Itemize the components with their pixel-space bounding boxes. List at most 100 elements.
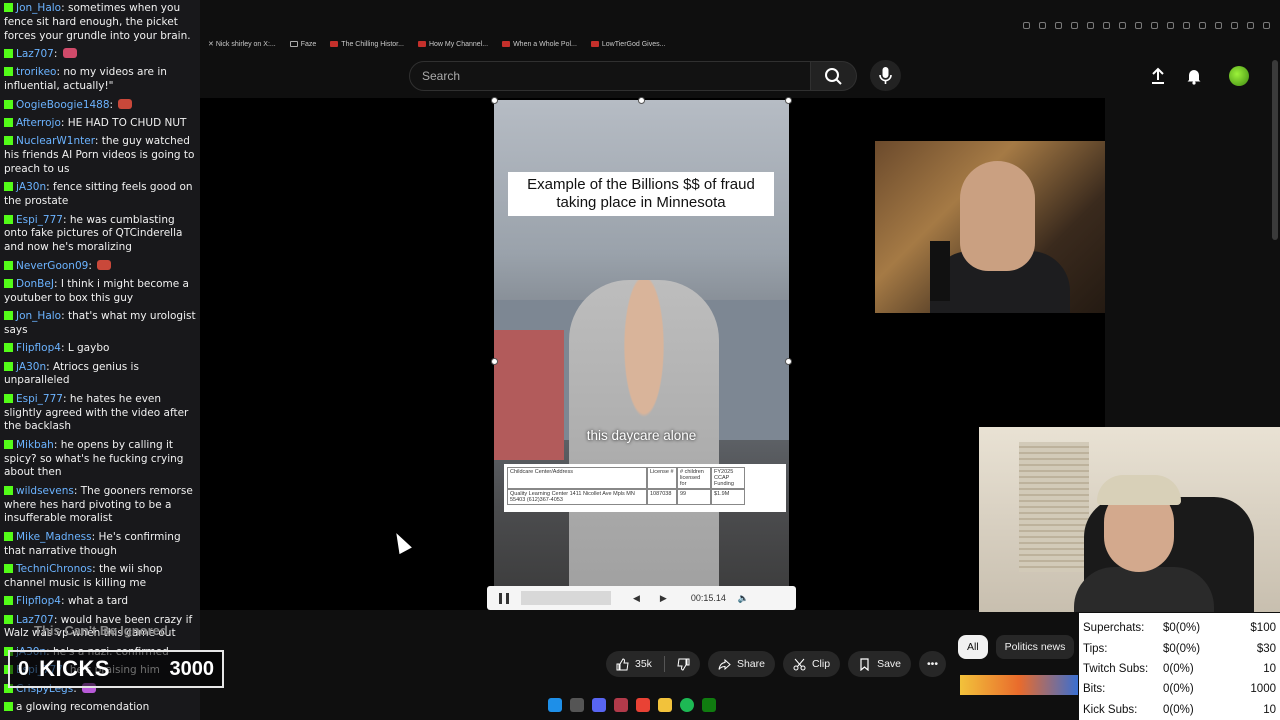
page-scrollbar[interactable] (1272, 60, 1278, 240)
chat-username[interactable]: trorikeo (16, 66, 56, 78)
tiktok-video[interactable]: Example of the Billions $$ of fraud taki… (494, 100, 789, 610)
seek-bar[interactable] (521, 591, 611, 605)
extension-icon[interactable] (1055, 22, 1062, 29)
clip-button[interactable]: Clip (782, 651, 841, 677)
extension-icon[interactable] (1135, 22, 1142, 29)
chat-username[interactable]: Espi_777 (16, 393, 63, 405)
upload-icon[interactable] (1150, 67, 1166, 85)
next-icon[interactable]: ▶ (660, 593, 667, 604)
kicks-goal: 3000 (169, 657, 215, 680)
chip-politics-news[interactable]: Politics news (995, 635, 1075, 659)
chat-username[interactable]: Mike_Madness (16, 531, 92, 543)
extension-icon[interactable] (1151, 22, 1158, 29)
extension-icon[interactable] (1119, 22, 1126, 29)
chat-username[interactable]: Mikbah (16, 439, 54, 451)
chat-separator: : (60, 116, 68, 129)
notifications-bell-icon[interactable] (1186, 67, 1202, 85)
bookmark-item[interactable]: ✕ Nick shirley on X:... (208, 40, 276, 48)
chat-username[interactable]: NeverGoon09 (16, 260, 88, 272)
chat-message: wildsevens: The gooners remorse where he… (4, 485, 196, 526)
extension-icon[interactable] (1087, 22, 1094, 29)
chat-message: OogieBoogie1488: (4, 98, 196, 113)
chat-username[interactable]: TechniChronos (16, 563, 92, 575)
chat-username[interactable]: Jon_Halo (16, 2, 61, 14)
resize-handle[interactable] (491, 358, 498, 365)
stat-label: Bits: (1083, 683, 1106, 696)
search-icon[interactable] (570, 698, 584, 712)
resize-handle[interactable] (491, 97, 498, 104)
extension-icon[interactable] (1199, 22, 1206, 29)
like-button[interactable]: 35k (606, 651, 700, 677)
extension-icon[interactable] (1071, 22, 1078, 29)
search-input[interactable]: Search (409, 61, 811, 91)
kicks-count: 0 (18, 657, 30, 680)
bookmark-item[interactable]: When a Whole Pol... (502, 40, 577, 48)
bookmark-item[interactable]: LowTierGod Gives... (590, 40, 665, 48)
voice-search-button[interactable] (870, 60, 901, 91)
reactor-webcam (875, 141, 1105, 313)
chat-username[interactable]: Afterrojo (16, 117, 61, 129)
chat-username[interactable]: Laz707 (16, 48, 54, 60)
share-button[interactable]: Share (707, 651, 775, 677)
extension-icon[interactable] (1231, 22, 1238, 29)
kicks-label: KICKS (39, 656, 111, 681)
extension-icon[interactable] (1263, 22, 1270, 29)
account-avatar[interactable] (1229, 66, 1249, 86)
bookmark-item[interactable]: The Chilling Histor... (330, 40, 404, 48)
kick-badge-icon (4, 596, 13, 606)
video-time: 00:15.14 (690, 593, 726, 603)
chat-username[interactable]: NuclearW1nter (16, 135, 95, 147)
chrome-icon[interactable] (636, 698, 650, 712)
discord-icon[interactable] (592, 698, 606, 712)
chat-username[interactable]: OogieBoogie1488 (16, 99, 110, 111)
extension-icon[interactable] (1103, 22, 1110, 29)
extension-icon[interactable] (1183, 22, 1190, 29)
previous-icon[interactable]: ◀ (633, 593, 640, 604)
chat-username[interactable]: wildsevens (16, 485, 74, 497)
resize-handle[interactable] (785, 97, 792, 104)
save-button[interactable]: Save (848, 651, 911, 677)
chat-message: Jon_Halo: that's what my urologist says (4, 310, 196, 338)
extension-icon[interactable] (1023, 22, 1030, 29)
extension-icon[interactable] (1247, 22, 1254, 29)
spotify-icon[interactable] (680, 698, 694, 712)
chip-all[interactable]: All (958, 635, 988, 659)
chat-message: Espi_777: he was cumblasting onto fake p… (4, 214, 196, 255)
pause-icon[interactable] (499, 592, 509, 604)
chat-username[interactable]: Jon_Halo (16, 310, 61, 322)
webcam-microphone (930, 241, 950, 301)
chat-message: Mike_Madness: He's confirming that narra… (4, 531, 196, 559)
chat-username[interactable]: DonBeJ (16, 278, 54, 290)
extension-icon[interactable] (1167, 22, 1174, 29)
resize-handle[interactable] (638, 97, 645, 104)
kick-badge-icon (4, 393, 13, 403)
chat-username[interactable]: Flipflop4 (16, 342, 61, 354)
app-icon[interactable] (614, 698, 628, 712)
chat-message: a glowing recomendation (4, 701, 196, 715)
volume-icon[interactable]: 🔈 (738, 593, 749, 604)
xbox-icon[interactable] (702, 698, 716, 712)
chat-username[interactable]: jA30n (16, 181, 46, 193)
stat-value: 0(0%) (1163, 683, 1194, 696)
bookmark-item[interactable]: Faze (289, 40, 316, 48)
more-actions-button[interactable]: ••• (919, 651, 947, 677)
search-button[interactable] (811, 61, 857, 91)
file-explorer-icon[interactable] (658, 698, 672, 712)
browser-extension-icons[interactable] (1023, 22, 1270, 29)
extension-icon[interactable] (1039, 22, 1046, 29)
chat-separator: : (94, 135, 102, 148)
chat-username[interactable]: Flipflop4 (16, 595, 61, 607)
bookmark-icon (860, 657, 869, 671)
chat-username[interactable]: Espi_777 (16, 214, 63, 226)
chat-username[interactable]: jA30n (16, 361, 46, 373)
kick-badge-icon (4, 701, 13, 711)
stat-goal: $30 (1256, 642, 1276, 655)
chat-separator: : (53, 47, 61, 60)
recommended-video-thumbnail[interactable] (960, 675, 1078, 695)
thumbs-down-icon[interactable] (677, 658, 690, 671)
video-person (569, 280, 719, 610)
bookmark-item[interactable]: How My Channel... (417, 40, 488, 48)
resize-handle[interactable] (785, 358, 792, 365)
extension-icon[interactable] (1215, 22, 1222, 29)
windows-start-icon[interactable] (548, 698, 562, 712)
